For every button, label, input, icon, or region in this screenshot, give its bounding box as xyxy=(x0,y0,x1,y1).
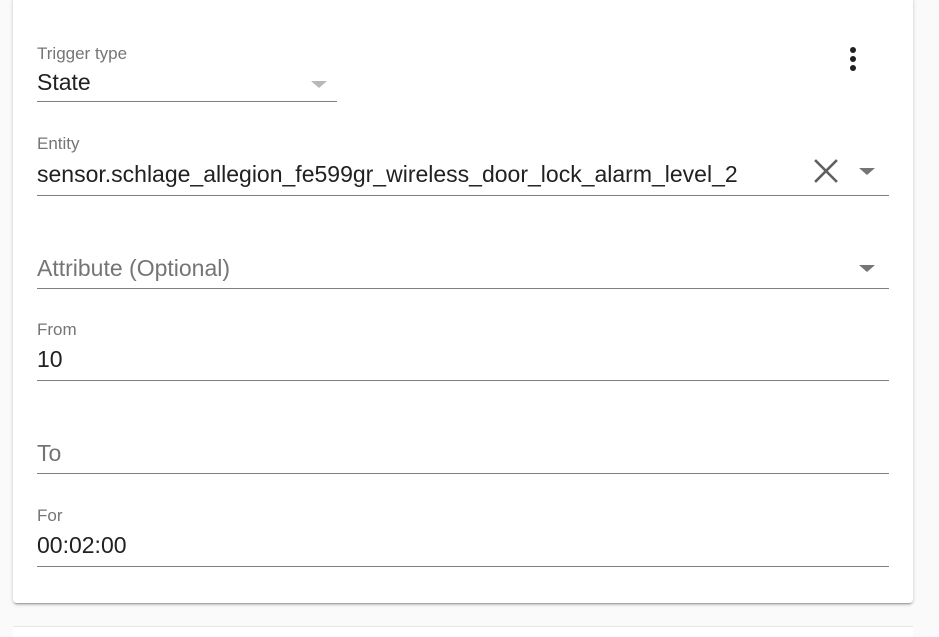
close-icon[interactable] xyxy=(813,158,839,184)
chevron-down-icon[interactable] xyxy=(859,168,875,175)
entity-picker[interactable]: Entity sensor.schlage_allegion_fe599gr_w… xyxy=(37,130,889,196)
for-label: For xyxy=(37,506,63,525)
trigger-type-value: State xyxy=(37,69,91,95)
to-placeholder: To xyxy=(37,440,62,466)
entity-value: sensor.schlage_allegion_fe599gr_wireless… xyxy=(37,161,738,187)
to-underline xyxy=(37,473,889,474)
attribute-placeholder: Attribute (Optional) xyxy=(37,255,231,281)
entity-label: Entity xyxy=(37,134,80,153)
from-label: From xyxy=(37,320,77,339)
from-input[interactable]: From 10 xyxy=(37,316,889,381)
for-value: 00:02:00 xyxy=(37,532,127,558)
for-input[interactable]: For 00:02:00 xyxy=(37,502,889,567)
from-value: 10 xyxy=(37,346,63,372)
trigger-type-underline xyxy=(37,101,337,102)
attribute-select[interactable]: Attribute (Optional) xyxy=(37,246,889,289)
next-card-edge xyxy=(13,626,913,637)
chevron-down-icon xyxy=(311,81,327,88)
dots-vertical-icon[interactable] xyxy=(847,47,859,77)
to-input[interactable]: To xyxy=(37,432,889,474)
from-underline xyxy=(37,380,889,381)
trigger-card: Trigger type State Entity sensor.schlage… xyxy=(13,0,913,603)
attribute-underline xyxy=(37,288,889,289)
for-underline xyxy=(37,566,889,567)
entity-underline xyxy=(37,195,889,196)
trigger-type-label: Trigger type xyxy=(37,44,128,63)
chevron-down-icon[interactable] xyxy=(859,265,875,272)
trigger-type-select[interactable]: Trigger type State xyxy=(37,40,337,102)
